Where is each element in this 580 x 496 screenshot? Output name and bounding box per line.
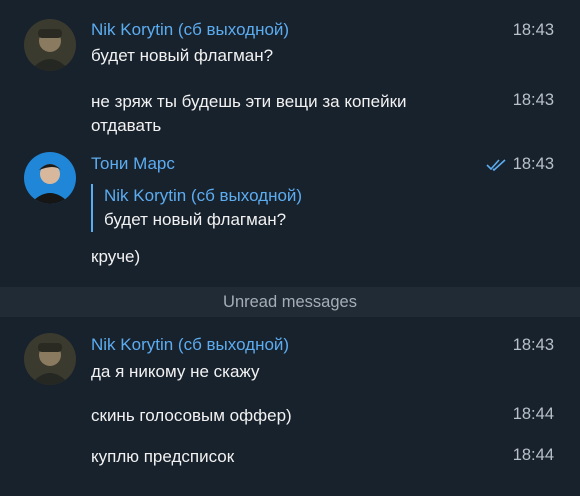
message-text: скинь голосовым оффер) xyxy=(91,406,292,425)
double-check-icon xyxy=(486,159,506,172)
sender-name[interactable]: Тони Марс xyxy=(91,154,175,174)
message-text: да я никому не скажу xyxy=(91,362,260,381)
avatar-nik-korytin[interactable] xyxy=(24,19,76,71)
avatar-toni-mars[interactable] xyxy=(24,152,76,204)
sender-name[interactable]: Nik Korytin (сб выходной) xyxy=(91,20,289,40)
message-text: куплю предсписок xyxy=(91,447,235,466)
message-text: не зряж ты будешь эти вещи за копейки от… xyxy=(91,92,407,135)
message-time: 18:44 xyxy=(512,446,554,464)
message-time: 18:43 xyxy=(512,21,554,39)
message-time: 18:44 xyxy=(512,405,554,423)
message-time: 18:43 xyxy=(512,155,554,173)
reply-quote[interactable]: Nik Korytin (сб выходной) будет новый фл… xyxy=(91,184,302,232)
unread-divider: Unread messages xyxy=(0,287,580,317)
avatar-nik-korytin[interactable] xyxy=(24,333,76,385)
message-text: будет новый флагман? xyxy=(91,46,274,65)
message-text: круче) xyxy=(91,247,141,266)
sender-name[interactable]: Nik Korytin (сб выходной) xyxy=(91,335,289,355)
reply-sender: Nik Korytin (сб выходной) xyxy=(104,186,303,205)
message-time: 18:43 xyxy=(512,336,554,354)
reply-text: будет новый флагман? xyxy=(104,210,287,229)
message-time: 18:43 xyxy=(512,91,554,109)
